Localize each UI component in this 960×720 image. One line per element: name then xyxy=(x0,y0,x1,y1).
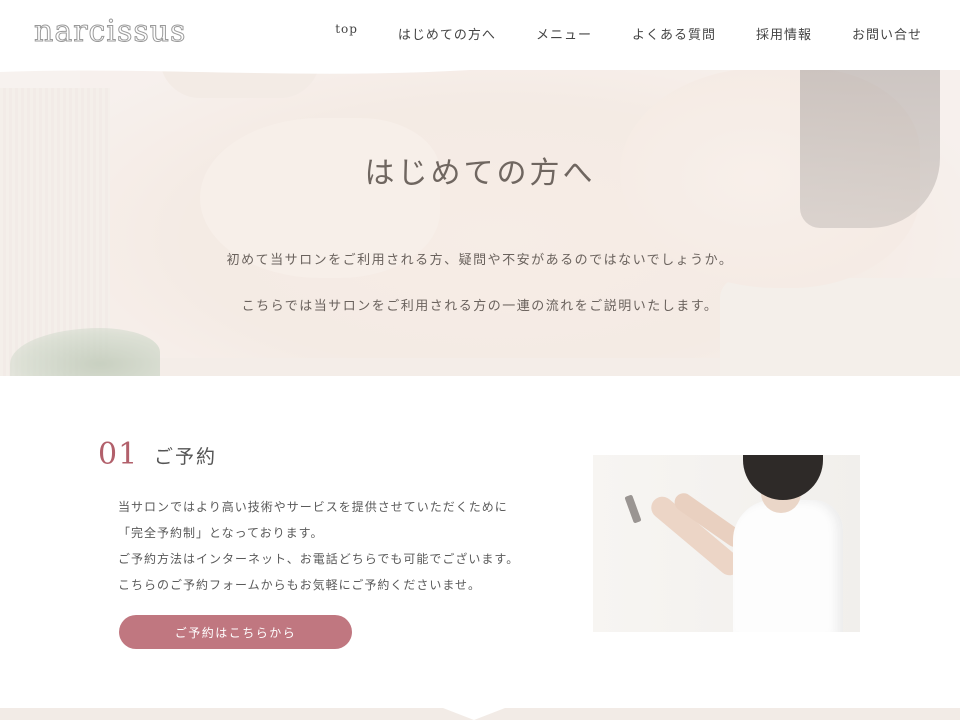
reserve-button[interactable]: ご予約はこちらから xyxy=(119,615,352,649)
nav-top[interactable]: top xyxy=(335,22,358,41)
section-title: ご予約 xyxy=(154,446,218,468)
nav-first-visit[interactable]: はじめての方へ xyxy=(398,24,496,43)
section-body-line: 当サロンではより高い技術やサービスを提供させていただくために xyxy=(118,500,508,514)
photo-body xyxy=(733,500,843,632)
site-logo[interactable]: narcissus xyxy=(33,14,186,50)
section-body-line: ご予約方法はインターネット、お電話どちらでも可能でございます。 xyxy=(118,552,520,566)
section-body-line: こちらのご予約フォームからもお気軽にご予約くださいませ。 xyxy=(118,578,482,592)
hero-veil xyxy=(0,58,960,376)
hero-title: はじめての方へ xyxy=(364,156,596,191)
nav-recruit[interactable]: 採用情報 xyxy=(756,24,812,43)
hero-image xyxy=(0,58,960,376)
main-nav: top はじめての方へ メニュー よくある質問 採用情報 お問い合せ xyxy=(335,22,922,43)
site-header: narcissus top はじめての方へ メニュー よくある質問 採用情報 お… xyxy=(0,0,960,70)
chevron-down-icon xyxy=(443,708,505,720)
section-number: 01 xyxy=(98,437,139,472)
hero-text-line1: 初めて当サロンをご利用される方、疑問や不安があるのではないでしょうか。 xyxy=(226,253,734,268)
photo-hair xyxy=(743,455,823,500)
hero-text-line2: こちらでは当サロンをご利用される方の一連の流れをご説明いたします。 xyxy=(241,299,719,314)
phone-icon xyxy=(624,494,642,524)
nav-contact[interactable]: お問い合せ xyxy=(852,24,922,43)
nav-faq[interactable]: よくある質問 xyxy=(632,24,716,43)
section-photo xyxy=(593,455,860,632)
nav-menu[interactable]: メニュー xyxy=(536,24,592,43)
section-body-line: 「完全予約制」となっております。 xyxy=(118,526,324,540)
section-body: 当サロンではより高い技術やサービスを提供させていただくために 「完全予約制」とな… xyxy=(118,494,519,598)
